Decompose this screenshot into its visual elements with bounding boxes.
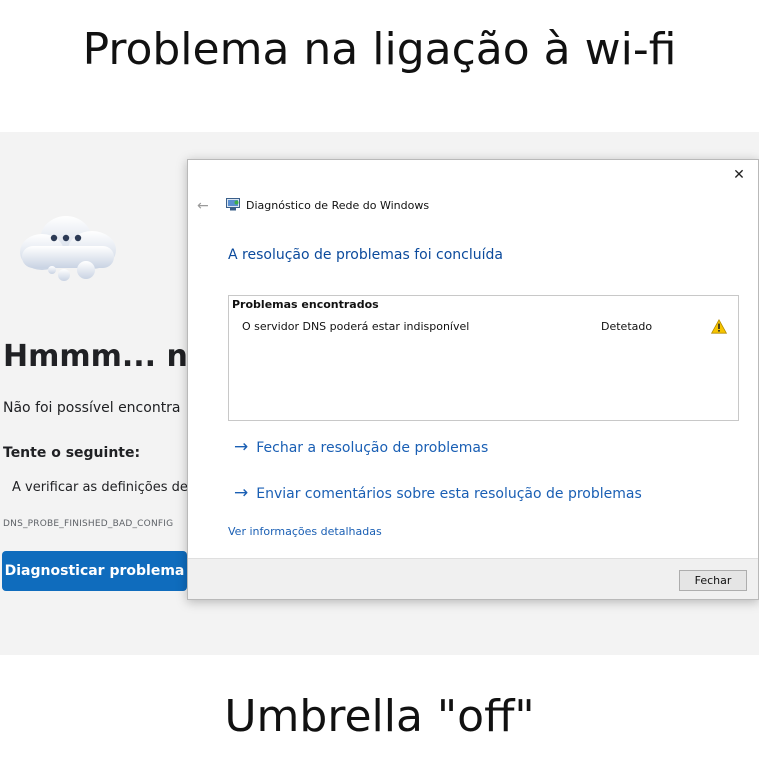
network-diagnostics-dialog: ✕ ← Diagnóstico de Rede do Windows A res…	[187, 159, 759, 600]
dialog-title: Diagnóstico de Rede do Windows	[246, 199, 430, 212]
bottom-caption: Umbrella "off"	[224, 691, 535, 742]
try-heading: Tente o seguinte:	[3, 445, 141, 461]
close-button[interactable]: Fechar	[679, 570, 747, 591]
send-feedback-link[interactable]: → Enviar comentários sobre esta resoluçã…	[234, 485, 642, 502]
send-feedback-label: Enviar comentários sobre esta resolução …	[256, 485, 642, 502]
close-troubleshooter-label: Fechar a resolução de problemas	[256, 439, 489, 456]
arrow-right-icon: →	[234, 483, 249, 503]
problems-header: Problemas encontrados	[232, 298, 379, 311]
warning-icon	[711, 319, 727, 334]
close-troubleshooter-link[interactable]: → Fechar a resolução de problemas	[234, 439, 488, 456]
close-icon[interactable]: ✕	[730, 166, 748, 184]
dialog-footer: Fechar	[188, 558, 758, 599]
top-caption: Problema na ligação à wi-fi	[82, 24, 677, 75]
problem-description[interactable]: O servidor DNS poderá estar indisponível	[242, 320, 469, 333]
back-arrow-icon[interactable]: ←	[197, 198, 209, 214]
cloud-icon	[20, 216, 116, 281]
diagnose-button[interactable]: Diagnosticar problema	[2, 551, 187, 591]
error-code: DNS_PROBE_FINISHED_BAD_CONFIG	[3, 519, 174, 529]
arrow-right-icon: →	[234, 437, 249, 457]
bottom-caption-area: Umbrella "off"	[0, 655, 759, 759]
error-subtitle: Não foi possível encontra	[3, 400, 181, 416]
problems-list: Problemas encontrados O servidor DNS pod…	[228, 295, 739, 421]
top-caption-area: Problema na ligação à wi-fi	[0, 0, 759, 132]
problem-status: Detetado	[601, 320, 653, 333]
network-diagnostics-icon	[226, 198, 240, 211]
dialog-heading: A resolução de problemas foi concluída	[228, 247, 503, 263]
screenshot: Hmmm... não Não foi possível encontra Te…	[0, 132, 759, 655]
suggestion-item: A verificar as definições de p	[12, 480, 201, 495]
view-details-link[interactable]: Ver informações detalhadas	[228, 525, 382, 538]
